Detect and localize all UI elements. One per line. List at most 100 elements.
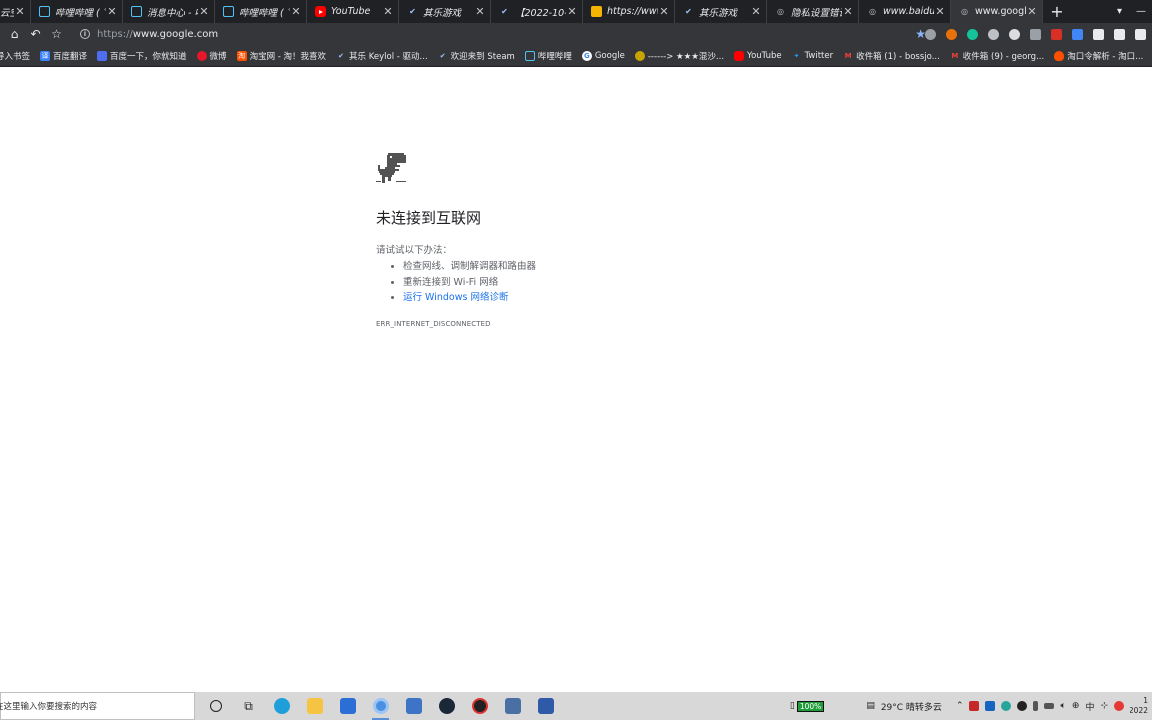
tab-3[interactable]: 哔哩哔哩 ( ゜✕	[215, 0, 307, 23]
tray-app-icon[interactable]	[969, 701, 980, 711]
tray-app-icon[interactable]	[1114, 701, 1124, 711]
bookmark-star-icon[interactable]: ☆	[46, 23, 67, 45]
close-icon[interactable]: ✕	[474, 5, 486, 18]
clock[interactable]: 1 2022	[1130, 696, 1148, 716]
extension-icon[interactable]	[1072, 28, 1083, 40]
extension-icon[interactable]	[925, 28, 936, 40]
bookmark-item[interactable]: YouTube	[734, 50, 782, 61]
weather-text[interactable]: 29°C 晴转多云	[881, 700, 942, 713]
speaker-icon[interactable]: 🔈︎	[1060, 701, 1065, 711]
cortana-icon	[209, 700, 222, 712]
address-bar[interactable]: i https://www.google.com ★	[74, 23, 934, 45]
close-icon[interactable]: ✕	[658, 5, 670, 18]
keylol-icon: ✔	[338, 51, 344, 60]
extension-icon[interactable]	[988, 28, 999, 40]
bookmark-item[interactable]: 哔哩哔哩	[524, 50, 572, 62]
grammarly-icon[interactable]	[967, 28, 978, 40]
extension-icon[interactable]	[1051, 28, 1062, 40]
gamepad-icon[interactable]	[1114, 28, 1125, 40]
close-icon[interactable]: ✕	[106, 5, 118, 18]
bookmark-item[interactable]: 淘淘宝网 - 淘！我喜欢	[236, 50, 326, 62]
calculator-app[interactable]	[397, 692, 430, 720]
bookmark-item[interactable]: ------> ★★★混沙...	[634, 50, 724, 62]
forum-icon	[634, 50, 645, 61]
tab-6[interactable]: ✔ 【2022-10-0✕	[491, 0, 583, 23]
tab-2[interactable]: 消息中心 - 哔✕	[123, 0, 215, 23]
bookmark-item[interactable]: ✔ 其乐 Keylol - 驱动...	[336, 50, 428, 62]
ime-indicator[interactable]: 中	[1085, 700, 1094, 713]
tray-app-icon[interactable]	[1017, 701, 1028, 711]
extension-icon[interactable]	[946, 28, 957, 40]
steam-app[interactable]	[430, 692, 463, 720]
bookmark-item[interactable]: M 收件箱 (1) - bossjo...	[843, 50, 940, 62]
tab-5[interactable]: ✔ 其乐游戏 ✕	[399, 0, 491, 23]
battery-icon[interactable]	[1044, 703, 1055, 709]
tab-4[interactable]: YouTube ✕	[307, 0, 399, 23]
bookmark-item[interactable]: 译百度翻译	[40, 50, 87, 62]
bookmark-label: Google	[594, 50, 625, 61]
bookmark-label: 淘口令解析 - 淘口...	[1067, 51, 1144, 62]
google-icon: G	[581, 50, 592, 61]
taskbar-search-input[interactable]: 在这里输入你要搜索的内容	[0, 692, 195, 720]
bookmark-label: 导入书签	[0, 51, 31, 62]
close-icon[interactable]: ✕	[842, 5, 854, 18]
close-icon[interactable]: ✕	[14, 5, 26, 18]
database-icon[interactable]	[1093, 28, 1104, 40]
close-icon[interactable]: ✕	[934, 5, 946, 18]
input-method-icon[interactable]: ⊹	[1100, 701, 1108, 711]
bookmark-item[interactable]: 微博	[196, 50, 227, 62]
cortana-button[interactable]	[199, 692, 232, 720]
tab-9[interactable]: ◎ 隐私设置错误✕	[767, 0, 859, 23]
bookmark-item[interactable]: ✔ 欢迎来到 Steam	[438, 50, 515, 62]
battery-level: 100%	[796, 700, 825, 712]
chevron-up-icon[interactable]: ⌃	[956, 701, 964, 711]
task-view-button[interactable]: ⧉	[232, 692, 265, 720]
edge-app[interactable]	[265, 692, 298, 720]
back-button[interactable]: ↶	[25, 23, 46, 45]
url-host: www.google.com	[132, 28, 219, 40]
bookmark-item[interactable]: 导入书签	[0, 50, 30, 62]
battery-indicator[interactable]: ▯ 100%	[790, 700, 825, 712]
tab-7[interactable]: https://www.✕	[583, 0, 675, 23]
network-icon[interactable]: ⊕	[1072, 701, 1080, 711]
chrome-app[interactable]	[364, 692, 397, 720]
close-icon[interactable]: ✕	[382, 5, 394, 18]
app-button[interactable]	[463, 692, 496, 720]
tab-11-active[interactable]: ◎ www.google✕	[951, 0, 1043, 23]
bookmark-item[interactable]: 淘口令解析 - 淘口...	[1054, 50, 1143, 62]
tab-0[interactable]: 云空✕	[0, 0, 31, 23]
bookmark-item[interactable]: ✦ Twitter	[792, 51, 833, 61]
network-diagnostics-link[interactable]: 运行 Windows 网络诊断	[403, 292, 508, 303]
youtube-icon	[315, 6, 326, 17]
extension-icon[interactable]	[1009, 28, 1020, 40]
close-icon[interactable]: ✕	[1026, 5, 1038, 18]
puzzle-icon[interactable]	[1135, 28, 1146, 40]
tab-10[interactable]: ◎ www.baidu.c✕	[859, 0, 951, 23]
tab-1[interactable]: 哔哩哔哩 ( ゜✕	[31, 0, 123, 23]
bookmark-item[interactable]: G Google	[581, 50, 625, 61]
app-button[interactable]	[529, 692, 562, 720]
minimize-button[interactable]: —	[1136, 6, 1146, 17]
tab-search-dropdown-icon[interactable]: ▾	[1117, 6, 1122, 17]
close-icon[interactable]: ✕	[290, 5, 302, 18]
weather-icon: ▤	[866, 701, 875, 711]
app-button[interactable]	[496, 692, 529, 720]
url-text[interactable]: https://www.google.com	[97, 29, 218, 40]
store-app[interactable]	[331, 692, 364, 720]
bookmark-item[interactable]: 百度一下，你就知道	[97, 50, 187, 62]
home-button[interactable]: ⌂	[4, 23, 25, 45]
new-tab-button[interactable]: +	[1043, 0, 1071, 23]
close-icon[interactable]: ✕	[566, 5, 578, 18]
close-icon[interactable]: ✕	[198, 5, 210, 18]
tray-app-icon[interactable]	[1001, 701, 1012, 711]
search-placeholder: 在这里输入你要搜索的内容	[0, 702, 98, 712]
tray-app-icon[interactable]	[985, 701, 996, 711]
globe-icon: ◎	[869, 7, 876, 16]
microphone-icon[interactable]	[1033, 701, 1039, 711]
shield-icon[interactable]	[1030, 28, 1041, 40]
info-icon[interactable]: i	[80, 29, 90, 39]
file-explorer-app[interactable]	[298, 692, 331, 720]
bookmark-item[interactable]: M 收件箱 (9) - georg...	[950, 50, 1044, 62]
close-icon[interactable]: ✕	[750, 5, 762, 18]
tab-8[interactable]: ✔ 其乐游戏 ✕	[675, 0, 767, 23]
